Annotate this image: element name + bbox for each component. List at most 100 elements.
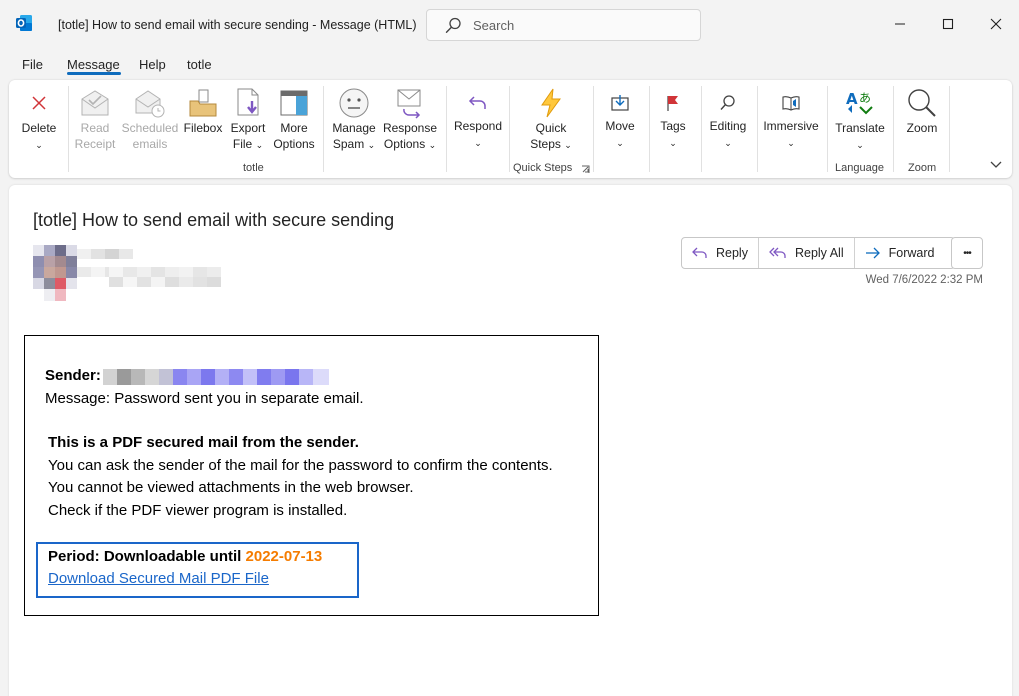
- ribbon-separator: [509, 86, 510, 172]
- ribbon-separator: [593, 86, 594, 172]
- response-options-button[interactable]: Response Options ⌄: [381, 84, 439, 156]
- delete-label: Delete: [21, 121, 57, 135]
- chevron-down-icon: ⌄: [35, 140, 43, 150]
- response-options-label-1: Response: [382, 121, 438, 135]
- delete-button[interactable]: Delete ⌄: [15, 84, 63, 156]
- reply-all-button[interactable]: Reply All: [759, 238, 855, 268]
- ribbon-separator: [893, 86, 894, 172]
- close-button[interactable]: [982, 10, 1010, 38]
- period-line: Period: Downloadable until 2022-07-13: [48, 548, 322, 565]
- envelope-reply-icon: [397, 89, 421, 119]
- manage-spam-button[interactable]: Manage Spam ⌄: [329, 84, 379, 156]
- move-button[interactable]: Move ⌄: [597, 84, 643, 156]
- search-icon: [445, 17, 461, 33]
- period-date: 2022-07-13: [245, 548, 323, 565]
- more-options-label-2: Options: [273, 137, 315, 151]
- ribbon-expand-chevron-icon[interactable]: [988, 158, 1004, 172]
- immersive-reader-icon: [782, 96, 800, 111]
- body-line-3: Check if the PDF viewer program is insta…: [48, 502, 348, 519]
- delete-x-icon: [32, 96, 46, 110]
- read-receipt-button[interactable]: Read Receipt: [69, 84, 121, 156]
- response-options-label-2: Options: [383, 137, 426, 151]
- envelope-check-icon: [81, 90, 109, 116]
- manage-spam-label-2: Spam: [332, 137, 365, 151]
- read-receipt-label-2: Receipt: [74, 137, 116, 151]
- chevron-down-icon: ⌄: [474, 138, 482, 148]
- editing-label: Editing: [709, 119, 747, 133]
- scheduled-emails-button[interactable]: Scheduled emails: [121, 84, 179, 156]
- download-pdf-link[interactable]: Download Secured Mail PDF File: [48, 570, 269, 587]
- filebox-button[interactable]: Filebox: [181, 84, 225, 156]
- maximize-button[interactable]: [934, 10, 962, 38]
- lightning-icon: [541, 88, 561, 118]
- filebox-icon: [189, 89, 217, 117]
- tags-button[interactable]: Tags ⌄: [653, 84, 693, 156]
- magnifier-zoom-icon: [908, 89, 936, 117]
- message-note: Message: Password sent you in separate e…: [45, 390, 364, 407]
- dialog-launcher-icon[interactable]: [581, 165, 590, 174]
- menu-totle[interactable]: totle: [187, 57, 212, 72]
- reply-all-icon: [769, 247, 786, 258]
- minimize-button[interactable]: [886, 10, 914, 38]
- immersive-label: Immersive: [763, 119, 819, 133]
- ribbon-separator: [701, 86, 702, 172]
- menu-help[interactable]: Help: [139, 57, 166, 72]
- svg-text:あ: あ: [859, 91, 871, 105]
- search-icon: [720, 95, 735, 110]
- ribbon-separator: [827, 86, 828, 172]
- close-icon: [990, 18, 1002, 30]
- more-options-button[interactable]: More Options: [271, 84, 317, 156]
- chevron-down-icon: ⌄: [724, 138, 732, 148]
- quick-steps-label-2: Steps: [530, 137, 561, 151]
- envelope-clock-icon: [135, 90, 165, 118]
- immersive-reader-button[interactable]: Immersive ⌄: [759, 84, 823, 156]
- filebox-label: Filebox: [183, 121, 223, 135]
- reply-arrow-icon: [468, 96, 486, 109]
- editing-button[interactable]: Editing ⌄: [703, 84, 753, 156]
- chevron-down-icon: ⌄: [564, 140, 572, 150]
- group-label-quick-steps: Quick Steps: [513, 162, 573, 174]
- quick-steps-button[interactable]: Quick Steps ⌄: [519, 84, 583, 156]
- scheduled-emails-label-1: Scheduled: [121, 121, 179, 135]
- menu-message[interactable]: Message: [67, 57, 120, 72]
- reply-button[interactable]: Reply: [682, 238, 759, 268]
- window-panel-icon: [280, 90, 308, 116]
- forward-button[interactable]: Forward: [855, 238, 955, 268]
- secured-mail-heading: This is a PDF secured mail from the send…: [48, 434, 359, 451]
- quick-steps-label-1: Quick: [535, 121, 567, 135]
- search-box[interactable]: [426, 9, 701, 41]
- forward-label: Forward: [888, 246, 935, 260]
- sender-label: Sender:: [45, 367, 101, 384]
- menu-file[interactable]: File: [22, 57, 43, 72]
- export-file-label-2: File: [232, 137, 253, 151]
- translate-label: Translate: [835, 121, 885, 135]
- forward-icon: [865, 247, 880, 259]
- read-receipt-label-1: Read: [80, 121, 110, 135]
- export-file-icon: [237, 88, 259, 116]
- translate-icon: Aあ: [846, 90, 873, 115]
- maximize-icon: [942, 18, 954, 30]
- ribbon-separator: [757, 86, 758, 172]
- group-label-zoom: Zoom: [908, 162, 937, 174]
- export-file-button[interactable]: Export File ⌄: [225, 84, 271, 156]
- search-input[interactable]: [473, 16, 683, 34]
- translate-button[interactable]: Aあ Translate ⌄: [833, 84, 887, 156]
- more-dots-icon: •••: [963, 247, 971, 259]
- message-subject: [totle] How to send email with secure se…: [33, 210, 395, 230]
- active-tab-indicator: [67, 72, 121, 75]
- chevron-down-icon: ⌄: [367, 140, 376, 150]
- message-actions: Reply Reply All Forward: [681, 237, 956, 269]
- respond-button[interactable]: Respond ⌄: [451, 84, 505, 156]
- neutral-face-icon: [339, 88, 369, 118]
- tags-label: Tags: [660, 119, 686, 133]
- more-actions-button[interactable]: •••: [951, 237, 983, 269]
- group-label-totle: totle: [243, 162, 264, 174]
- outlook-app-icon: [16, 15, 32, 31]
- title-bar: [totle] How to send email with secure se…: [0, 0, 1019, 50]
- respond-label: Respond: [453, 119, 503, 133]
- message-body: Sender: Message: Password sent you in se…: [24, 335, 599, 616]
- ribbon-separator: [446, 86, 447, 172]
- sender-address-redacted: [103, 369, 329, 385]
- period-label: Period: Downloadable until: [48, 548, 246, 565]
- zoom-button[interactable]: Zoom: [899, 84, 945, 156]
